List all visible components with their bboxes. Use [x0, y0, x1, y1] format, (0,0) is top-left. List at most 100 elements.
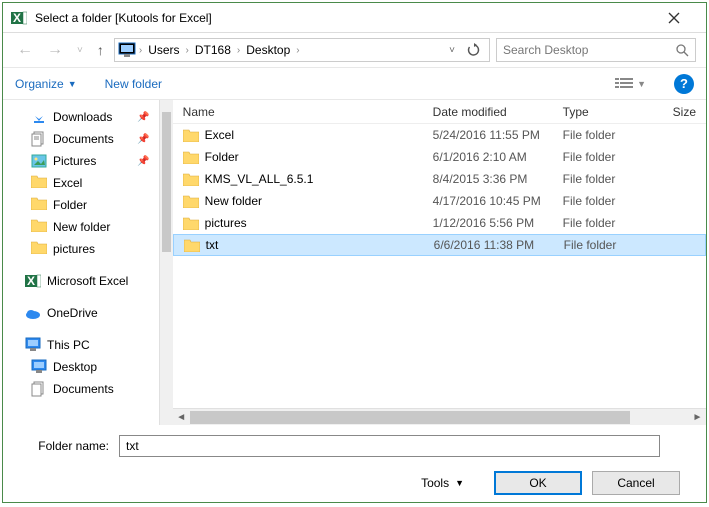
nav-item-downloads[interactable]: Downloads 📌: [3, 106, 159, 128]
ok-button[interactable]: OK: [494, 471, 582, 495]
column-headers: Name Date modified Type Size: [173, 100, 706, 124]
folder-icon: [31, 175, 47, 191]
dialog-footer: Folder name: Tools ▼ OK Cancel: [3, 425, 706, 505]
nav-item-ms-excel[interactable]: X Microsoft Excel: [3, 270, 159, 292]
column-header-type[interactable]: Type: [553, 105, 663, 119]
chevron-right-icon[interactable]: ›: [184, 45, 191, 56]
file-row[interactable]: Excel5/24/2016 11:55 PMFile folder: [173, 124, 706, 146]
view-icon: [615, 77, 633, 91]
navigation-pane[interactable]: Downloads 📌 Documents 📌 Pictures 📌 Excel…: [3, 100, 159, 425]
organize-button[interactable]: Organize ▼: [15, 77, 77, 91]
chevron-right-icon[interactable]: ›: [235, 45, 242, 56]
folder-icon: [183, 151, 199, 164]
column-header-name[interactable]: Name: [173, 105, 423, 119]
view-options-button[interactable]: ▼: [615, 77, 646, 91]
file-name: pictures: [205, 216, 247, 230]
folder-icon: [31, 219, 47, 235]
pictures-icon: [31, 153, 47, 169]
file-name: txt: [206, 238, 219, 252]
nav-up-button[interactable]: ↑: [93, 42, 108, 58]
file-name: Excel: [205, 128, 234, 142]
column-header-date[interactable]: Date modified: [423, 105, 553, 119]
file-name: KMS_VL_ALL_6.5.1: [205, 172, 314, 186]
nav-item-folder[interactable]: Folder: [3, 194, 159, 216]
nav-item-documents[interactable]: Documents 📌: [3, 128, 159, 150]
excel-icon: X: [25, 273, 41, 289]
scrollbar-thumb[interactable]: [190, 411, 630, 424]
navigation-bar: ← → ˅ ↑ › Users › DT168 › Desktop › ˅ Se…: [3, 33, 706, 67]
monitor-icon: [117, 40, 137, 60]
scroll-left-icon[interactable]: ◄: [173, 412, 190, 423]
documents-icon: [31, 131, 47, 147]
pin-icon: 📌: [137, 156, 149, 167]
horizontal-scrollbar[interactable]: ◄ ►: [173, 408, 706, 425]
nav-item-pictures2[interactable]: pictures: [3, 238, 159, 260]
file-type: File folder: [553, 216, 663, 230]
documents-icon: [31, 381, 47, 397]
refresh-icon: [467, 43, 481, 57]
scrollbar-thumb[interactable]: [162, 112, 170, 252]
folder-icon: [31, 241, 47, 257]
titlebar: X Select a folder [Kutools for Excel]: [3, 3, 706, 33]
nav-back-button[interactable]: ←: [13, 41, 37, 59]
file-name: Folder: [205, 150, 239, 164]
refresh-button[interactable]: [461, 43, 487, 57]
svg-text:X: X: [13, 11, 21, 25]
svg-text:X: X: [27, 274, 35, 288]
column-header-size[interactable]: Size: [663, 105, 706, 119]
help-button[interactable]: ?: [674, 74, 694, 94]
monitor-icon: [25, 337, 41, 353]
nav-item-this-pc[interactable]: This PC: [3, 334, 159, 356]
nav-item-excel[interactable]: Excel: [3, 172, 159, 194]
file-type: File folder: [553, 150, 663, 164]
address-dropdown-icon[interactable]: ˅: [443, 45, 461, 56]
nav-scrollbar[interactable]: [159, 100, 172, 425]
cancel-button[interactable]: Cancel: [592, 471, 680, 495]
close-button[interactable]: [668, 12, 698, 24]
breadcrumb-segment[interactable]: DT168: [191, 39, 235, 61]
file-row[interactable]: New folder4/17/2016 10:45 PMFile folder: [173, 190, 706, 212]
window-title: Select a folder [Kutools for Excel]: [35, 11, 668, 25]
nav-item-documents2[interactable]: Documents: [3, 378, 159, 400]
chevron-down-icon: ▼: [455, 478, 464, 488]
nav-item-new-folder[interactable]: New folder: [3, 216, 159, 238]
file-row[interactable]: txt6/6/2016 11:38 PMFile folder: [173, 234, 706, 256]
file-type: File folder: [553, 194, 663, 208]
file-type: File folder: [553, 172, 663, 186]
breadcrumb-segment[interactable]: Desktop: [242, 39, 294, 61]
downloads-icon: [31, 109, 47, 125]
search-input[interactable]: Search Desktop: [496, 38, 696, 62]
folder-icon: [31, 197, 47, 213]
file-date: 8/4/2015 3:36 PM: [423, 172, 553, 186]
nav-item-pictures[interactable]: Pictures 📌: [3, 150, 159, 172]
file-type: File folder: [553, 128, 663, 142]
file-row[interactable]: Folder6/1/2016 2:10 AMFile folder: [173, 146, 706, 168]
nav-recent-dropdown[interactable]: ˅: [73, 45, 87, 56]
chevron-down-icon: ▼: [637, 79, 646, 89]
breadcrumb-segment[interactable]: Users: [144, 39, 183, 61]
scroll-right-icon[interactable]: ►: [689, 412, 706, 423]
chevron-right-icon[interactable]: ›: [294, 45, 301, 56]
chevron-right-icon[interactable]: ›: [137, 45, 144, 56]
folder-name-input[interactable]: [119, 435, 660, 457]
search-placeholder: Search Desktop: [503, 43, 675, 57]
new-folder-button[interactable]: New folder: [105, 77, 162, 91]
nav-forward-button[interactable]: →: [43, 41, 67, 59]
folder-name-label: Folder name:: [19, 439, 109, 453]
folder-icon: [183, 129, 199, 142]
address-bar[interactable]: › Users › DT168 › Desktop › ˅: [114, 38, 490, 62]
nav-item-onedrive[interactable]: OneDrive: [3, 302, 159, 324]
nav-item-desktop[interactable]: Desktop: [3, 356, 159, 378]
file-date: 6/6/2016 11:38 PM: [424, 238, 554, 252]
file-row[interactable]: pictures1/12/2016 5:56 PMFile folder: [173, 212, 706, 234]
desktop-icon: [31, 359, 47, 375]
folder-icon: [183, 173, 199, 186]
onedrive-icon: [25, 305, 41, 321]
tools-dropdown[interactable]: Tools ▼: [421, 476, 464, 490]
chevron-down-icon: ▼: [68, 79, 77, 89]
search-icon: [675, 43, 689, 57]
file-row[interactable]: KMS_VL_ALL_6.5.1 8/4/2015 3:36 PMFile fol…: [173, 168, 706, 190]
pin-icon: 📌: [137, 134, 149, 145]
excel-app-icon: X: [11, 10, 27, 26]
folder-icon: [184, 239, 200, 252]
